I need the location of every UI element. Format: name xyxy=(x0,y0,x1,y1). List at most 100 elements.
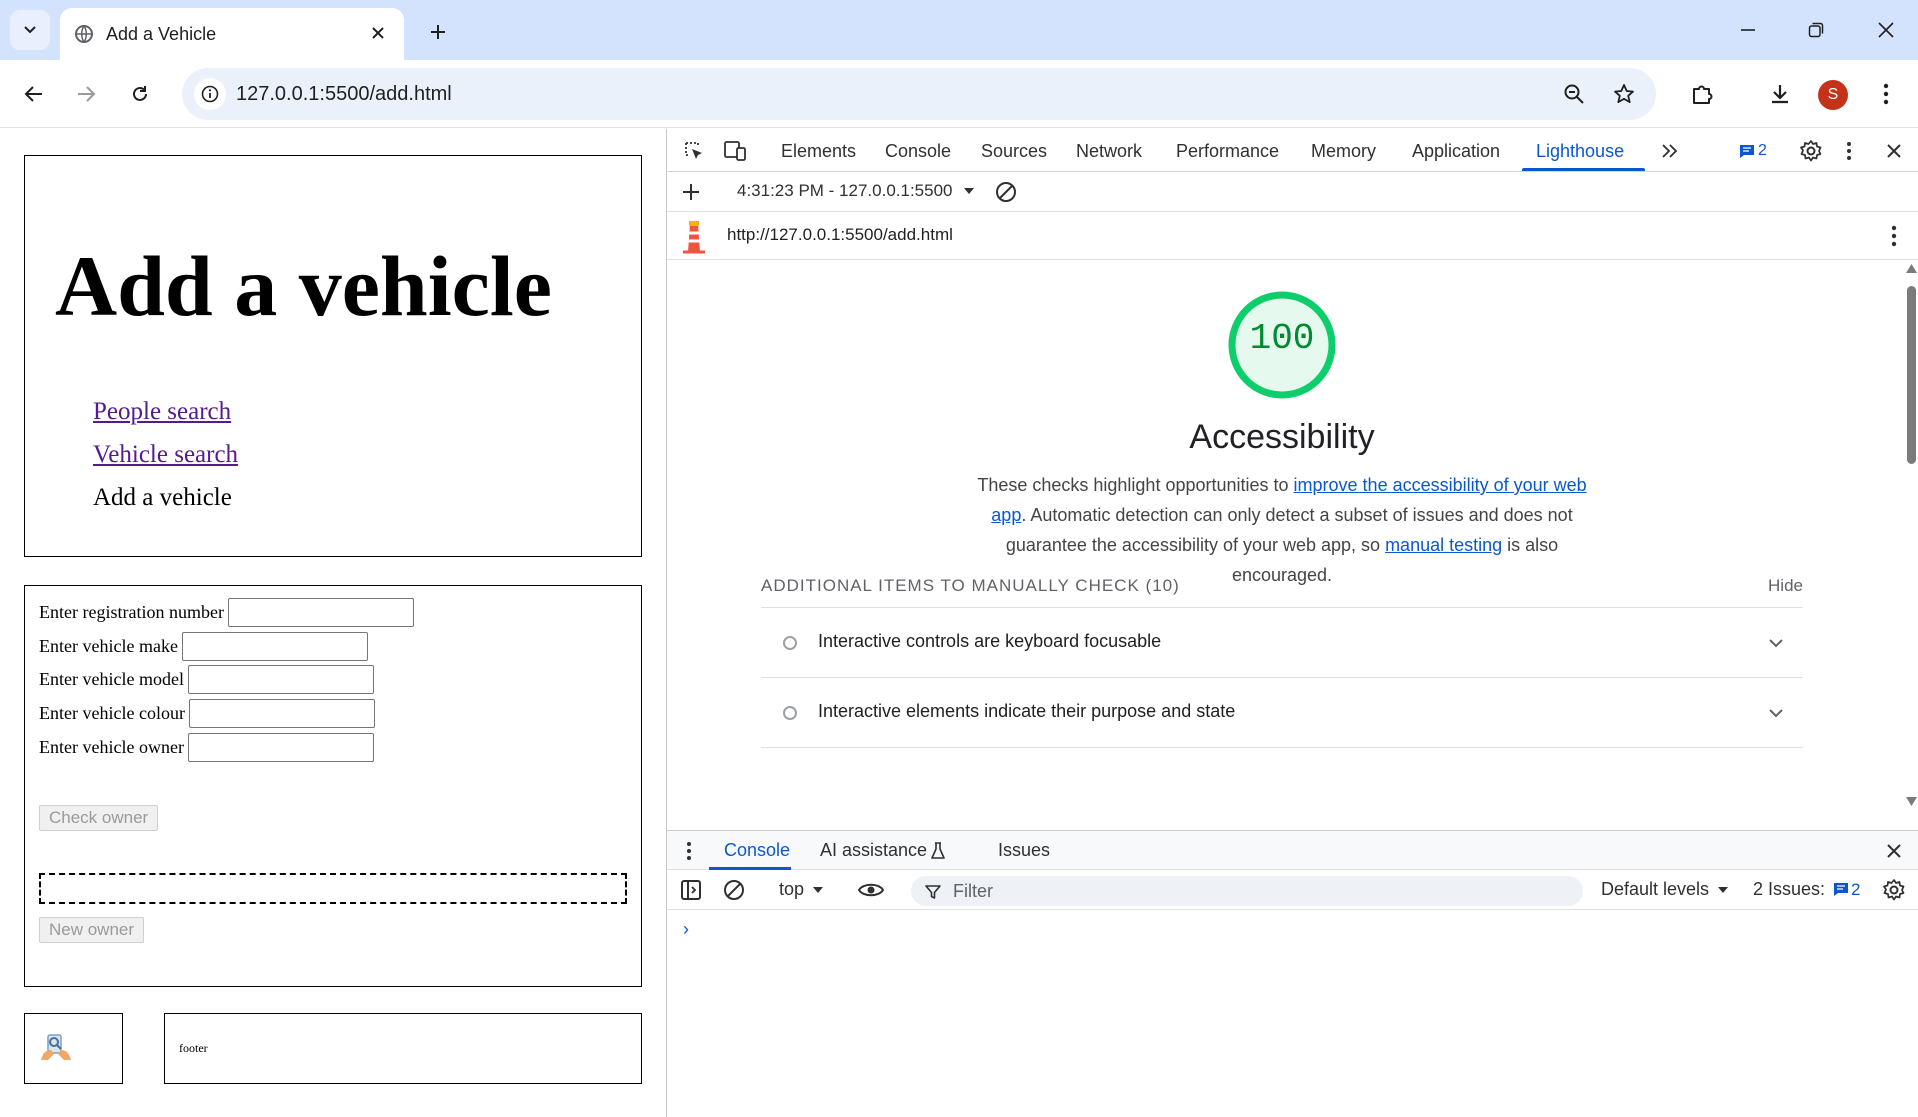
device-toolbar-icon[interactable] xyxy=(721,137,749,165)
new-tab-button[interactable] xyxy=(420,14,456,50)
model-input[interactable] xyxy=(187,665,374,694)
hide-group-button[interactable]: Hide xyxy=(1768,576,1803,596)
back-button[interactable] xyxy=(14,74,54,114)
downloads-button[interactable] xyxy=(1760,74,1800,114)
nav-link-vehicle-search[interactable]: Vehicle search xyxy=(93,441,238,468)
tab-console[interactable]: Console xyxy=(885,141,951,162)
model-label: Enter vehicle model xyxy=(39,669,184,689)
dropdown-triangle-icon xyxy=(963,188,974,194)
puzzle-icon xyxy=(1693,85,1713,104)
colour-label: Enter vehicle colour xyxy=(39,703,185,723)
message-icon xyxy=(1834,883,1849,896)
devtools-menu-icon[interactable] xyxy=(1835,137,1863,165)
close-devtools-icon[interactable] xyxy=(1880,137,1908,165)
make-input[interactable] xyxy=(181,632,368,661)
browser-menu-button[interactable] xyxy=(1866,74,1906,114)
close-window-button[interactable] xyxy=(1856,10,1916,50)
tab-title: Add a Vehicle xyxy=(106,23,217,44)
page-title: Add a vehicle xyxy=(55,238,552,334)
dropdown-triangle-icon xyxy=(813,886,824,893)
console-sidebar-icon[interactable] xyxy=(677,876,705,904)
log-levels-selector[interactable]: Default levels xyxy=(1601,879,1729,900)
log-levels-label: Default levels xyxy=(1601,879,1710,899)
report-scrollbar[interactable] xyxy=(1904,260,1918,810)
extensions-button[interactable] xyxy=(1682,74,1722,114)
zoom-icon[interactable] xyxy=(1558,78,1590,110)
settings-gear-icon[interactable] xyxy=(1797,137,1825,165)
new-owner-button[interactable]: New owner xyxy=(39,917,145,943)
manual-testing-link[interactable]: manual testing xyxy=(1385,535,1502,555)
add-vehicle-form: Enter registration number Enter vehicle … xyxy=(24,585,642,987)
drawer-menu-icon[interactable] xyxy=(675,837,703,865)
reload-button[interactable] xyxy=(120,74,160,114)
owner-results-area xyxy=(39,873,627,904)
tab-performance[interactable]: Performance xyxy=(1176,141,1279,162)
restore-button[interactable] xyxy=(1786,10,1846,50)
close-icon xyxy=(1878,22,1894,38)
scroll-up-arrow-icon[interactable] xyxy=(1906,264,1917,273)
manual-check-icon xyxy=(783,636,797,650)
footer-logo-icon xyxy=(41,1034,71,1060)
close-tab-icon[interactable] xyxy=(366,21,390,45)
devtools-panel: Elements Console Sources Network Perform… xyxy=(666,129,1918,1117)
lighthouse-report: 100 Accessibility These checks highlight… xyxy=(667,260,1918,810)
inspect-element-icon[interactable] xyxy=(680,137,708,165)
site-info-icon[interactable] xyxy=(194,78,226,110)
more-tabs-icon[interactable] xyxy=(1656,137,1684,165)
flask-icon xyxy=(931,842,945,859)
browser-tab-active[interactable]: Add a Vehicle xyxy=(60,8,404,60)
issues-count-badge: 2 xyxy=(1851,879,1861,899)
live-expression-eye-icon[interactable] xyxy=(857,876,885,904)
owner-input[interactable] xyxy=(187,733,374,762)
tab-network[interactable]: Network xyxy=(1076,141,1142,162)
tab-application[interactable]: Application xyxy=(1412,141,1500,162)
colour-input[interactable] xyxy=(188,699,375,728)
report-selector[interactable]: 4:31:23 PM - 127.0.0.1:5500 xyxy=(737,181,975,201)
address-bar[interactable]: 127.0.0.1:5500/add.html xyxy=(182,68,1656,120)
issues-counter[interactable]: 2 xyxy=(1739,142,1767,160)
tab-lighthouse[interactable]: Lighthouse xyxy=(1536,141,1624,162)
audit-item[interactable]: Interactive elements indicate their purp… xyxy=(761,678,1803,748)
audit-item[interactable]: Interactive controls are keyboard focusa… xyxy=(761,608,1803,678)
console-filter-input[interactable]: Filter xyxy=(911,876,1583,906)
tab-memory[interactable]: Memory xyxy=(1311,141,1376,162)
bookmark-star-icon[interactable] xyxy=(1608,78,1640,110)
drawer-tab-issues[interactable]: Issues xyxy=(998,840,1050,861)
chevron-down-icon xyxy=(24,26,36,34)
close-drawer-icon[interactable] xyxy=(1880,837,1908,865)
profile-avatar[interactable]: S xyxy=(1818,80,1848,110)
console-prompt[interactable]: › xyxy=(683,919,689,940)
registration-input[interactable] xyxy=(227,598,414,627)
nav-link-people-search[interactable]: People search xyxy=(93,398,231,425)
clear-console-icon[interactable] xyxy=(720,876,748,904)
group-count: (10) xyxy=(1145,576,1180,595)
console-settings-gear-icon[interactable] xyxy=(1880,876,1908,904)
chevron-down-icon xyxy=(1769,639,1783,648)
tab-elements[interactable]: Elements xyxy=(781,141,856,162)
filter-funnel-icon xyxy=(925,885,941,899)
chevron-down-icon xyxy=(1769,709,1783,718)
context-selector[interactable]: top xyxy=(779,879,824,900)
drawer-tab-console[interactable]: Console xyxy=(724,840,790,861)
scroll-down-arrow-icon[interactable] xyxy=(1906,797,1917,806)
console-issues-link[interactable]: 2 Issues: 2 xyxy=(1753,879,1861,900)
minimize-button[interactable] xyxy=(1718,10,1778,50)
globe-icon xyxy=(75,25,93,43)
drawer-tab-ai-assistance[interactable]: AI assistance xyxy=(820,840,927,861)
clear-reports-icon[interactable] xyxy=(992,178,1020,206)
tab-strip: Add a Vehicle xyxy=(0,0,1918,60)
manual-check-icon xyxy=(783,706,797,720)
arrow-left-icon xyxy=(24,86,42,102)
forward-button[interactable] xyxy=(66,74,106,114)
tab-search-button[interactable] xyxy=(10,10,50,50)
group-title: ADDITIONAL ITEMS TO MANUALLY CHECK (10) xyxy=(761,576,1180,596)
new-report-plus-icon[interactable] xyxy=(677,178,705,206)
report-menu-icon[interactable] xyxy=(1880,222,1908,250)
scrollbar-thumb[interactable] xyxy=(1907,286,1916,464)
report-url-bar: http://127.0.0.1:5500/add.html xyxy=(667,212,1918,260)
tab-sources[interactable]: Sources xyxy=(981,141,1047,162)
make-label: Enter vehicle make xyxy=(39,636,178,656)
check-owner-button[interactable]: Check owner xyxy=(39,805,159,831)
web-page: Add a vehicle People search Vehicle sear… xyxy=(0,129,666,1117)
filter-placeholder: Filter xyxy=(953,881,993,901)
